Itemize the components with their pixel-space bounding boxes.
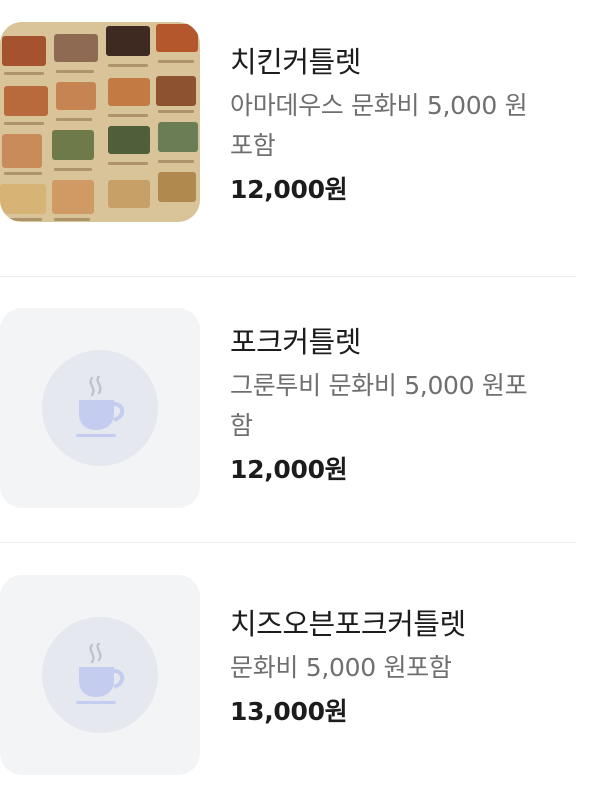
menu-item-image-placeholder bbox=[0, 308, 200, 508]
coffee-cup-icon bbox=[76, 643, 125, 704]
menu-item-description: 그룬투비 문화비 5,000 원포 함 bbox=[230, 371, 528, 440]
menu-list: 치킨커틀렛 아마데우스 문화비 5,000 원 포함 12,000원 포크커틀렛… bbox=[0, 0, 593, 800]
menu-item-info: 포크커틀렛 그룬투비 문화비 5,000 원포 함 12,000원 bbox=[230, 322, 573, 488]
menu-item-image-placeholder bbox=[0, 575, 200, 775]
menu-item-description: 문화비 5,000 원포함 bbox=[230, 653, 452, 682]
menu-item-name: 포크커틀렛 bbox=[230, 325, 361, 359]
placeholder-circle bbox=[42, 617, 158, 733]
menu-item[interactable]: 포크커틀렛 그룬투비 문화비 5,000 원포 함 12,000원 bbox=[0, 276, 593, 542]
menu-item-price: 12,000원 bbox=[230, 455, 348, 484]
menu-item-photo bbox=[0, 22, 200, 222]
menu-item-name: 치즈오븐포크커틀렛 bbox=[230, 607, 466, 641]
menu-item-price: 13,000원 bbox=[230, 697, 348, 726]
menu-item-info: 치즈오븐포크커틀렛 문화비 5,000 원포함 13,000원 bbox=[230, 604, 573, 730]
menu-item-info: 치킨커틀렛 아마데우스 문화비 5,000 원 포함 12,000원 bbox=[230, 42, 573, 208]
menu-item[interactable]: 치킨커틀렛 아마데우스 문화비 5,000 원 포함 12,000원 bbox=[0, 0, 593, 276]
menu-item-description: 아마데우스 문화비 5,000 원 포함 bbox=[230, 91, 528, 160]
menu-item-name: 치킨커틀렛 bbox=[230, 45, 361, 79]
coffee-cup-icon bbox=[76, 376, 125, 437]
placeholder-circle bbox=[42, 350, 158, 466]
menu-item[interactable]: 치즈오븐포크커틀렛 문화비 5,000 원포함 13,000원 bbox=[0, 542, 593, 800]
menu-item-price: 12,000원 bbox=[230, 175, 348, 204]
